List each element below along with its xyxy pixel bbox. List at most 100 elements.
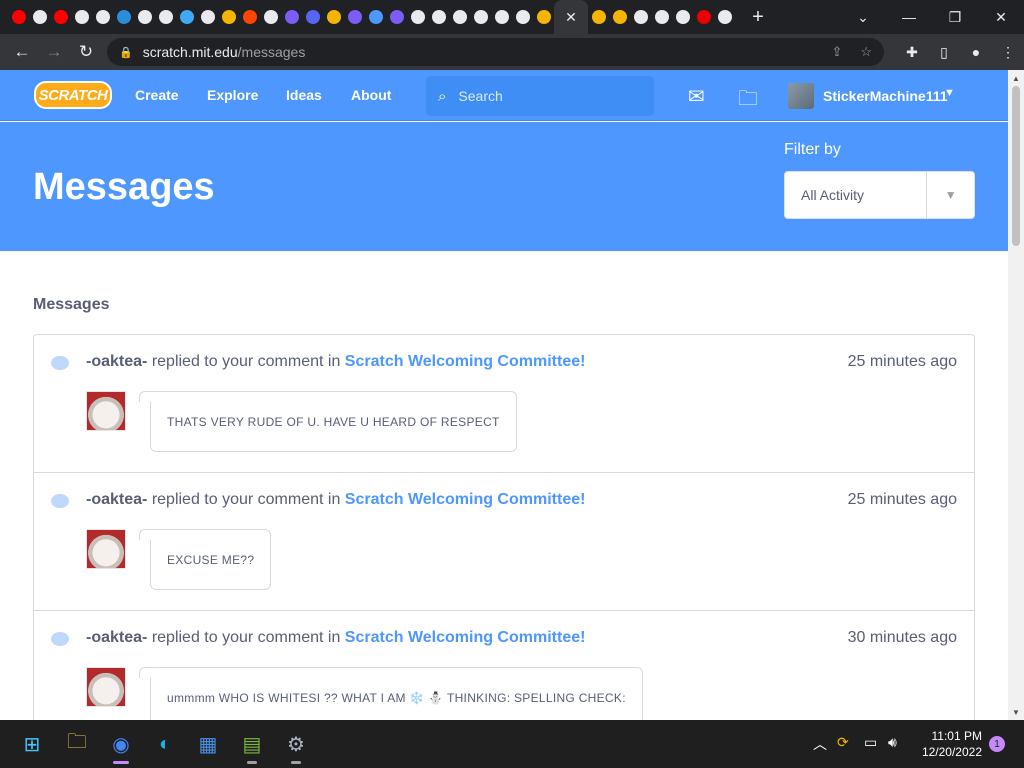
tab-favicon-icon[interactable] — [365, 0, 386, 34]
search-box[interactable]: ⌕ — [426, 76, 654, 116]
user-avatar[interactable] — [86, 667, 126, 707]
tab-favicon-icon[interactable] — [29, 0, 50, 34]
tab-favicon-icon[interactable] — [218, 0, 239, 34]
tab-favicon-icon[interactable] — [512, 0, 533, 34]
favicon-icon — [95, 10, 110, 24]
minimize-icon[interactable]: — — [886, 0, 932, 34]
clock-time: 11:01 PM — [931, 729, 982, 743]
profile-icon[interactable]: ● — [960, 36, 992, 68]
message-project-link[interactable]: Scratch Welcoming Committee! — [345, 491, 586, 508]
scroll-up-icon[interactable]: ▲ — [1008, 70, 1024, 86]
share-icon[interactable]: ⇪ — [831, 44, 842, 60]
tab-favicon-icon[interactable] — [113, 0, 134, 34]
nav-create[interactable]: Create — [135, 87, 179, 103]
tab-favicon-icon[interactable] — [71, 0, 92, 34]
tab-favicon-icon[interactable] — [428, 0, 449, 34]
scratch-logo[interactable]: SCRATCH — [34, 81, 112, 109]
comment-text: EXCUSE ME?? — [138, 529, 272, 590]
notepad-plus-icon[interactable]: ▤ — [236, 728, 268, 764]
tab-favicon-icon[interactable] — [470, 0, 491, 34]
favicon-icon — [717, 10, 732, 24]
tab-favicon-icon[interactable] — [176, 0, 197, 34]
favicon-icon — [473, 10, 488, 24]
my-stuff-folder-icon[interactable]: 🗀 — [738, 84, 758, 118]
volume-icon[interactable]: 🔊︎ — [888, 734, 897, 751]
bookmark-star-icon[interactable]: ☆ — [860, 44, 872, 60]
back-icon[interactable]: ← — [6, 36, 38, 68]
forward-icon[interactable]: → — [38, 36, 70, 68]
tab-favicon-icon[interactable] — [281, 0, 302, 34]
new-tab-icon[interactable]: + — [741, 0, 775, 34]
tab-favicon-icon[interactable] — [407, 0, 428, 34]
edge-icon[interactable]: ◐ — [149, 728, 181, 760]
tab-favicon-icon[interactable] — [693, 0, 714, 34]
active-tab-close-icon[interactable]: ✕ — [554, 0, 588, 34]
tray-chevron-icon[interactable]: ︿ — [813, 734, 827, 754]
username[interactable]: StickerMachine111 — [823, 88, 948, 104]
tab-favicon-icon[interactable] — [260, 0, 281, 34]
tab-favicon-icon[interactable] — [197, 0, 218, 34]
system-clock[interactable]: 11:01 PM 12/20/2022 — [922, 728, 982, 760]
tab-favicon-icon[interactable] — [92, 0, 113, 34]
nav-about[interactable]: About — [351, 87, 391, 103]
tab-favicon-icon[interactable] — [651, 0, 672, 34]
tab-favicon-icon[interactable] — [8, 0, 29, 34]
scroll-down-icon[interactable]: ▼ — [1008, 704, 1024, 720]
scrollbar-thumb[interactable] — [1012, 86, 1020, 246]
favicon-icon — [633, 10, 648, 24]
tab-search-icon[interactable]: ⌄ — [840, 0, 886, 34]
tab-favicon-icon[interactable] — [134, 0, 155, 34]
search-input[interactable] — [458, 88, 629, 104]
settings-gear-icon[interactable]: ⚙ — [280, 728, 312, 764]
user-avatar[interactable] — [86, 391, 126, 431]
nav-explore[interactable]: Explore — [207, 87, 258, 103]
chrome-icon[interactable]: ◉ — [105, 728, 137, 764]
user-avatar[interactable] — [788, 83, 814, 109]
message-text: -oaktea- replied to your comment in Scra… — [86, 491, 585, 509]
store-icon[interactable]: ▦ — [192, 728, 224, 760]
message-project-link[interactable]: Scratch Welcoming Committee! — [345, 629, 586, 646]
tab-favicon-icon[interactable] — [302, 0, 323, 34]
restore-icon[interactable]: ❐ — [932, 0, 978, 34]
tab-favicon-icon[interactable] — [449, 0, 470, 34]
filter-select[interactable]: All Activity ▼ — [784, 171, 975, 219]
file-explorer-icon[interactable]: 🗀 — [61, 728, 93, 760]
tab-favicon-icon[interactable] — [714, 0, 735, 34]
start-windows-icon[interactable]: ⊞ — [16, 728, 48, 760]
message-user-link[interactable]: -oaktea- — [86, 491, 147, 508]
tab-favicon-icon[interactable] — [323, 0, 344, 34]
sync-icon[interactable]: ⟳ — [837, 734, 849, 751]
tab-favicon-icon[interactable] — [155, 0, 176, 34]
tab-favicon-icon[interactable] — [588, 0, 609, 34]
tab-favicon-icon[interactable] — [609, 0, 630, 34]
menu-icon[interactable]: ⋮ — [992, 36, 1024, 68]
tab-favicon-icon[interactable] — [672, 0, 693, 34]
message-project-link[interactable]: Scratch Welcoming Committee! — [345, 353, 586, 370]
account-caret-icon[interactable]: ▼ — [944, 87, 955, 99]
nav-ideas[interactable]: Ideas — [286, 87, 322, 103]
tab-favicon-icon[interactable] — [239, 0, 260, 34]
message-user-link[interactable]: -oaktea- — [86, 629, 147, 646]
favicon-icon — [11, 10, 26, 24]
page-scrollbar[interactable]: ▲ ▼ — [1008, 70, 1024, 720]
display-icon[interactable]: ▭ — [864, 734, 877, 751]
tab-favicon-icon[interactable] — [533, 0, 554, 34]
message-user-link[interactable]: -oaktea- — [86, 353, 147, 370]
extensions-icon[interactable]: ✚ — [896, 36, 928, 68]
close-window-icon[interactable]: ✕ — [978, 0, 1024, 34]
tab-favicon-icon[interactable] — [630, 0, 651, 34]
user-avatar[interactable] — [86, 529, 126, 569]
filter-label: Filter by — [784, 141, 841, 158]
favicon-icon — [696, 10, 711, 24]
address-bar[interactable]: 🔒 scratch.mit.edu/messages ⇪ ☆ — [107, 38, 884, 66]
tab-favicon-icon[interactable] — [491, 0, 512, 34]
tab-favicon-icon[interactable] — [344, 0, 365, 34]
favicon-icon — [612, 10, 627, 24]
tab-favicon-icon[interactable] — [50, 0, 71, 34]
side-panel-icon[interactable]: ▯ — [928, 36, 960, 68]
notification-badge[interactable]: 1 — [989, 736, 1005, 752]
message-list: -oaktea- replied to your comment in Scra… — [33, 334, 975, 720]
tab-favicon-icon[interactable] — [386, 0, 407, 34]
messages-mail-icon[interactable]: ✉ — [688, 84, 705, 109]
reload-icon[interactable]: ↻ — [70, 36, 102, 68]
